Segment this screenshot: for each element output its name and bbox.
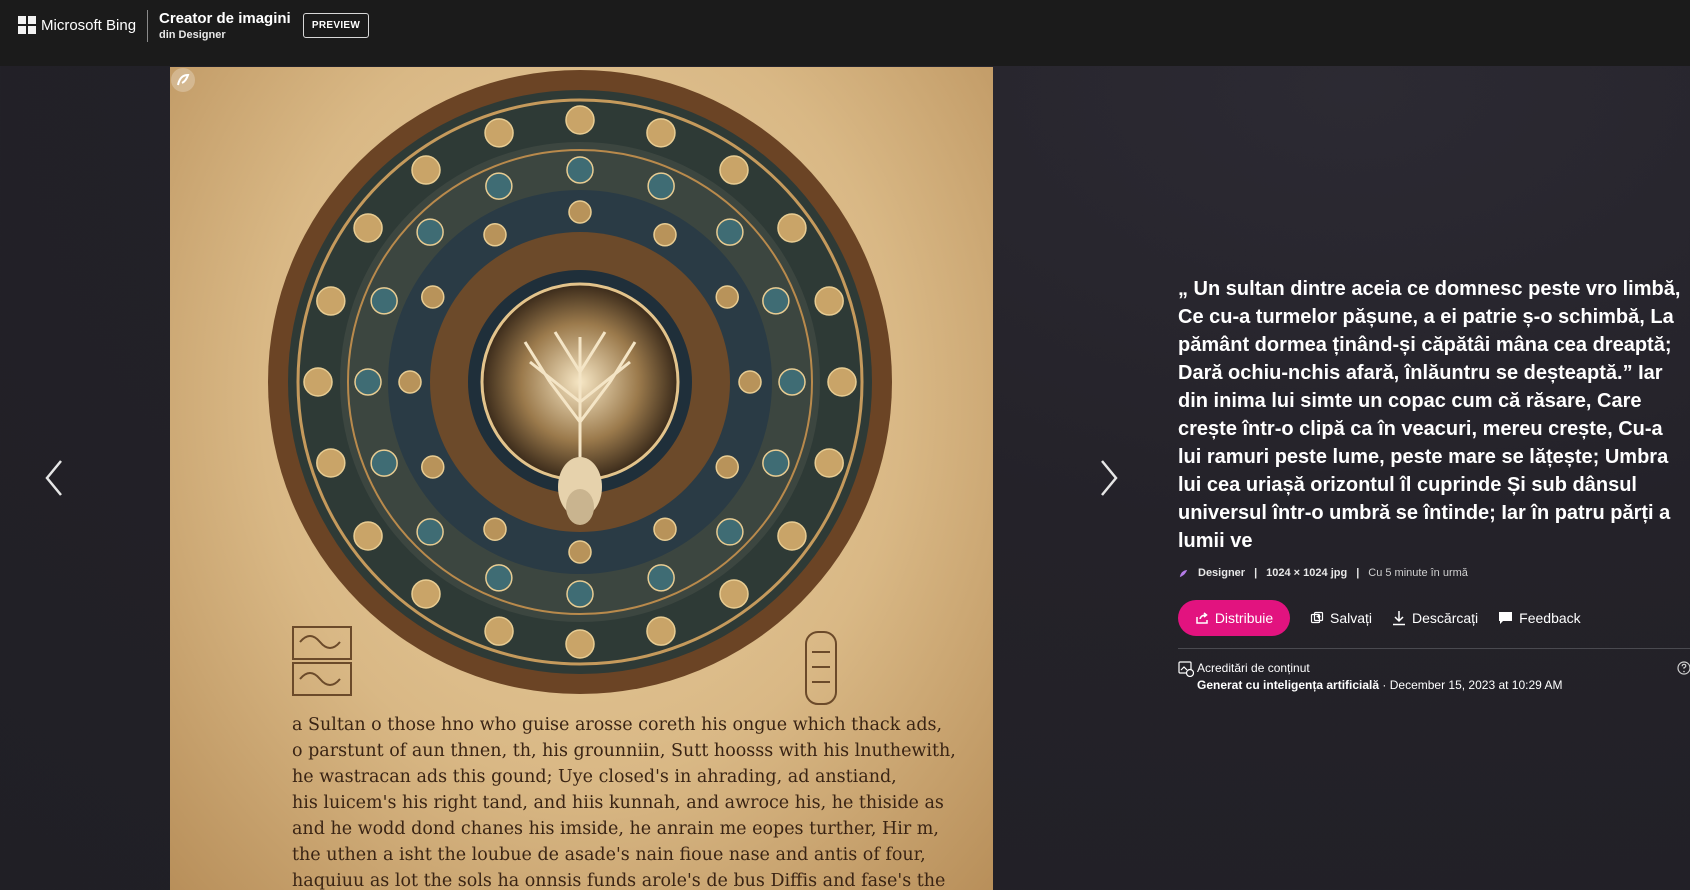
previous-image-button[interactable] (40, 455, 68, 501)
feedback-label: Feedback (1519, 610, 1581, 626)
image-metadata: Designer | 1024 × 1024 jpg | Cu 5 minute… (1178, 567, 1468, 579)
top-bar: Microsoft Bing Creator de imagini din De… (0, 0, 1690, 66)
meta-dimensions: 1024 × 1024 jpg (1266, 567, 1348, 579)
action-bar: Distribuie Salvați Descărcați Feedback (1178, 600, 1581, 636)
next-image-button[interactable] (1095, 455, 1123, 501)
download-label: Descărcați (1412, 610, 1479, 626)
preview-badge: PREVIEW (303, 13, 369, 38)
meta-time: Cu 5 minute în urmă (1368, 567, 1468, 579)
chevron-left-icon (45, 460, 62, 496)
section-divider (1178, 648, 1690, 649)
brand-name[interactable]: Microsoft Bing (41, 17, 136, 34)
chevron-right-icon (1101, 460, 1118, 496)
image-text: a Sultan o those hno who guise arosse co… (292, 715, 956, 890)
credentials-date: · December 15, 2023 at 10:29 AM (1379, 678, 1563, 692)
meta-separator: | (1254, 567, 1258, 579)
content-credentials-details: Generat cu inteligența artificială · Dec… (1197, 678, 1563, 692)
designer-icon (1179, 569, 1188, 577)
ai-generated-label: Generat cu inteligența artificială (1197, 678, 1380, 692)
meta-source[interactable]: Designer (1198, 567, 1245, 579)
app-title[interactable]: Creator de imagini (159, 10, 291, 27)
share-icon (1196, 612, 1208, 624)
download-button[interactable]: Descărcați (1392, 610, 1478, 626)
share-label: Distribuie (1214, 610, 1274, 626)
prompt-text: „ Un sultan dintre aceia ce domnesc pest… (1178, 278, 1681, 552)
header-divider (147, 10, 148, 42)
download-icon (1393, 611, 1406, 626)
feedback-button[interactable]: Feedback (1498, 610, 1581, 626)
feedback-icon (1499, 612, 1513, 624)
designer-watermark-icon (171, 68, 195, 92)
content-credentials-icon (1178, 661, 1194, 677)
help-icon[interactable] (1677, 661, 1690, 675)
save-button[interactable]: Salvați (1310, 610, 1372, 626)
share-button[interactable]: Distribuie (1178, 600, 1290, 636)
app-subtitle: din Designer (159, 29, 226, 41)
content-credentials-title[interactable]: Acreditări de conținut (1197, 661, 1310, 675)
meta-separator: | (1356, 567, 1360, 579)
microsoft-logo-icon[interactable] (18, 16, 36, 34)
save-label: Salvați (1330, 610, 1373, 626)
save-collection-icon (1310, 611, 1324, 624)
generated-image[interactable]: a Sultan o those hno who guise arosse co… (170, 67, 993, 890)
